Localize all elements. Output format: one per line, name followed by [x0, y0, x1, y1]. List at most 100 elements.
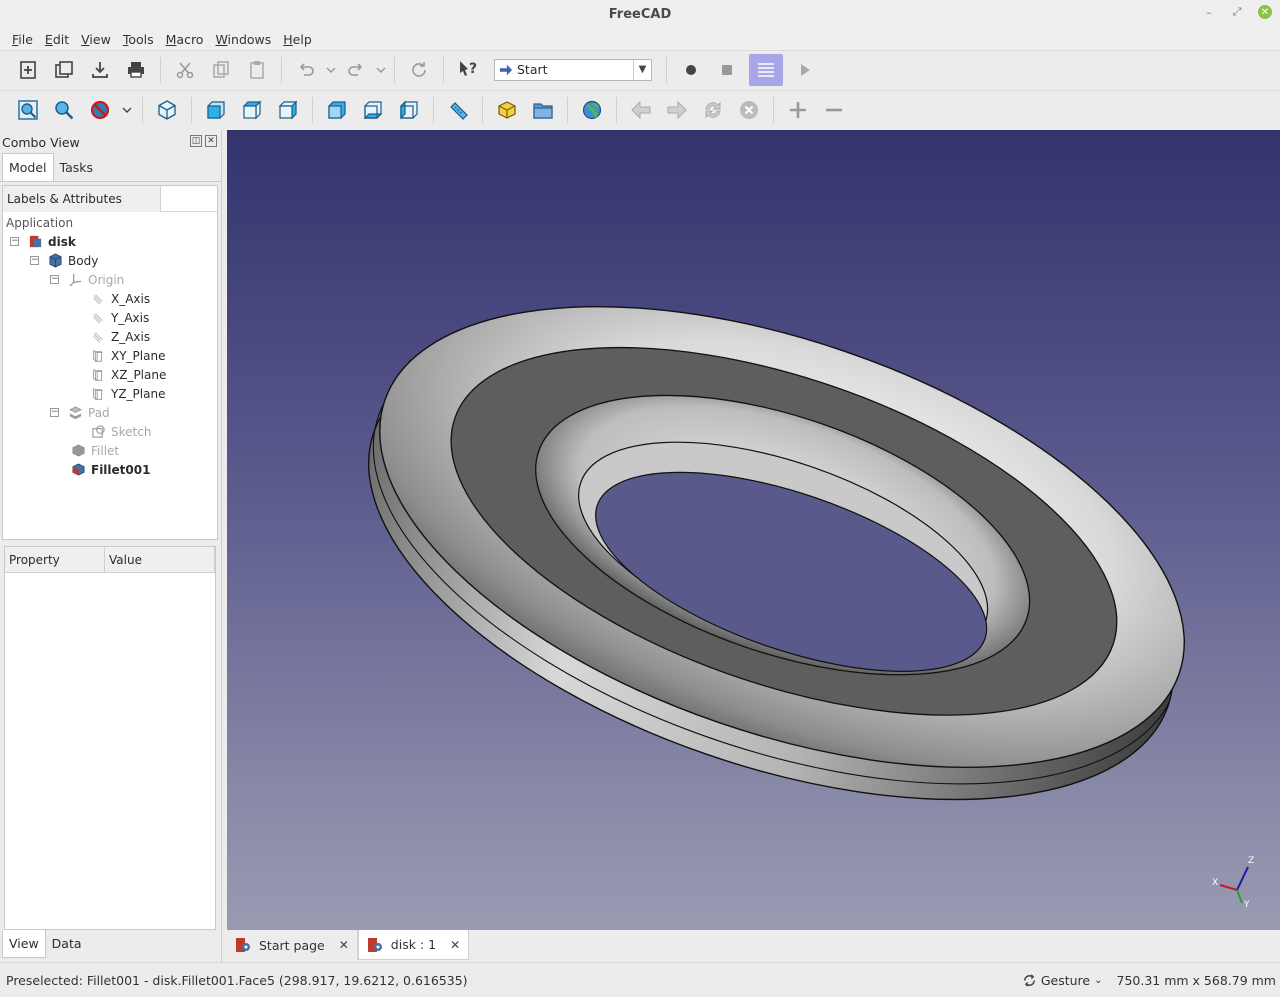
tree-item-fillet[interactable]: Fillet	[70, 441, 119, 460]
left-view-button[interactable]	[395, 96, 423, 124]
front-view-button[interactable]	[202, 96, 230, 124]
forward-button[interactable]	[663, 96, 691, 124]
tree-item-origin[interactable]: − Origin	[50, 270, 124, 289]
tree-item-pad[interactable]: − Pad	[50, 403, 110, 422]
tab-view[interactable]: View	[2, 930, 46, 958]
zoom-out-button[interactable]	[820, 96, 848, 124]
globe-icon	[582, 100, 602, 119]
minimize-icon[interactable]: –	[1202, 5, 1216, 19]
navigation-style-selector[interactable]: Gesture ⌄	[1022, 973, 1103, 988]
fit-all-icon	[18, 99, 38, 120]
create-part-button[interactable]	[493, 96, 521, 124]
menu-help[interactable]: Help	[277, 32, 318, 47]
tree-item-xz-plane[interactable]: XZ_Plane	[90, 365, 166, 384]
undo-dropdown-button[interactable]	[326, 56, 336, 84]
separator	[773, 96, 774, 123]
menu-file[interactable]: File	[6, 32, 39, 47]
record-icon	[686, 64, 696, 75]
body-icon	[47, 253, 63, 269]
value-column[interactable]: Value	[105, 547, 215, 572]
maximize-icon[interactable]: ⤢	[1230, 5, 1244, 19]
float-panel-icon[interactable]: ◫	[190, 135, 202, 147]
axis-label-z: Z	[1248, 856, 1254, 866]
close-icon[interactable]: ✕	[1258, 5, 1272, 19]
tab-start-page[interactable]: Start page ✕	[227, 930, 358, 960]
print-icon	[128, 61, 144, 78]
reload-button[interactable]	[699, 96, 727, 124]
tree-column-labels[interactable]: Labels & Attributes	[3, 185, 161, 212]
macro-execute-button[interactable]	[791, 56, 819, 84]
property-header: Property Value	[5, 547, 215, 573]
print-button[interactable]	[122, 56, 150, 84]
zoom-in-button[interactable]	[784, 96, 812, 124]
web-browser-button[interactable]	[578, 96, 606, 124]
tree-item-fillet001[interactable]: Fillet001	[70, 460, 150, 479]
tree-expander-icon[interactable]: −	[10, 237, 19, 246]
menu-macro[interactable]: Macro	[160, 32, 210, 47]
menu-view[interactable]: View	[75, 32, 117, 47]
tab-disk[interactable]: disk : 1 ✕	[357, 930, 470, 960]
paste-button[interactable]	[243, 56, 271, 84]
redo-dropdown-button[interactable]	[376, 56, 386, 84]
tree-item-label: Y_Axis	[111, 310, 150, 325]
rear-view-button[interactable]	[323, 96, 351, 124]
whats-this-button[interactable]: ?	[454, 56, 482, 84]
workbench-selector[interactable]: Start ▼	[494, 58, 652, 81]
3d-view[interactable]: Z X Y	[227, 130, 1280, 930]
menu-windows[interactable]: Windows	[209, 32, 277, 47]
copy-button[interactable]	[207, 56, 235, 84]
top-cube-icon	[242, 100, 262, 119]
property-column[interactable]: Property	[5, 547, 105, 572]
menu-tools[interactable]: Tools	[117, 32, 160, 47]
stop-icon	[722, 64, 732, 75]
tree-item-sketch[interactable]: Sketch	[90, 422, 151, 441]
create-group-button[interactable]	[529, 96, 557, 124]
fit-all-button[interactable]	[14, 96, 42, 124]
tab-model[interactable]: Model	[2, 153, 54, 181]
cut-button[interactable]	[171, 56, 199, 84]
refresh-button[interactable]	[405, 56, 433, 84]
top-view-button[interactable]	[238, 96, 266, 124]
tree-expander-icon[interactable]: −	[30, 256, 39, 265]
measure-distance-button[interactable]	[444, 96, 472, 124]
tree-expander-icon[interactable]: −	[50, 275, 59, 284]
draw-style-button[interactable]	[86, 96, 114, 124]
redo-button[interactable]	[342, 56, 370, 84]
origin-icon	[67, 272, 83, 288]
macro-stop-button[interactable]	[713, 56, 741, 84]
back-button[interactable]	[627, 96, 655, 124]
tab-data[interactable]: Data	[46, 930, 88, 958]
tree-expander-icon[interactable]: −	[50, 408, 59, 417]
open-button[interactable]	[50, 56, 78, 84]
tree-item-yz-plane[interactable]: YZ_Plane	[90, 384, 165, 403]
tab-tasks[interactable]: Tasks	[54, 154, 100, 181]
bottom-view-button[interactable]	[359, 96, 387, 124]
tree-item-y-axis[interactable]: Y_Axis	[90, 308, 149, 327]
model-tree[interactable]: Labels & Attributes Application − disk − Bo…	[2, 185, 218, 540]
undo-button[interactable]	[292, 56, 320, 84]
tree-item-disk[interactable]: − disk	[10, 232, 76, 251]
isometric-view-button[interactable]	[153, 96, 181, 124]
open-icon	[55, 60, 73, 78]
macro-record-button[interactable]	[677, 56, 705, 84]
macros-button[interactable]	[749, 53, 783, 86]
menu-edit[interactable]: Edit	[39, 32, 75, 47]
save-button[interactable]	[86, 56, 114, 84]
tree-item-xy-plane[interactable]: XY_Plane	[90, 346, 165, 365]
undo-icon	[299, 62, 314, 76]
property-view[interactable]: Property Value	[4, 546, 216, 930]
draw-style-dropdown[interactable]	[122, 96, 132, 124]
right-view-button[interactable]	[274, 96, 302, 124]
tree-item-x-axis[interactable]: X_Axis	[90, 289, 150, 308]
tree-item-z-axis[interactable]: Z_Axis	[90, 327, 150, 346]
whats-this-icon: ?	[460, 60, 477, 77]
fit-selection-button[interactable]	[50, 96, 78, 124]
close-tab-icon[interactable]: ✕	[339, 938, 349, 952]
tree-item-body[interactable]: − Body	[30, 251, 98, 270]
new-document-button[interactable]	[14, 56, 42, 84]
combo-view-title: Combo View	[2, 134, 80, 150]
torus-model[interactable]	[227, 130, 1280, 930]
close-panel-icon[interactable]: ✕	[205, 135, 217, 147]
close-tab-icon[interactable]: ✕	[450, 938, 460, 952]
stop-loading-button[interactable]	[735, 96, 763, 124]
